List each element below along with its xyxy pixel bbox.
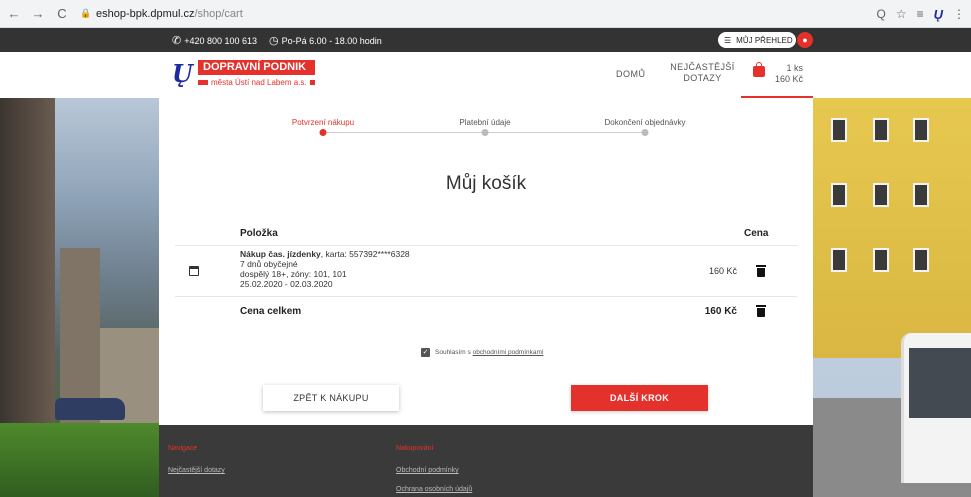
back-icon[interactable]: ←	[4, 4, 24, 24]
divider	[175, 296, 797, 297]
step-dot-confirm	[319, 129, 327, 136]
total-price: 160 Kč	[704, 306, 737, 317]
column-header-price: Cena	[744, 228, 769, 239]
page-title: Můj košík	[445, 173, 527, 194]
item-card: , karta: 557392****6328	[320, 249, 410, 259]
footer-link-faq[interactable]: Nejčastější dotazy	[168, 467, 225, 474]
zoom-icon[interactable]: Q	[876, 7, 885, 21]
forward-icon[interactable]: →	[28, 4, 48, 24]
logo-subtitle-row: města Ústí nad Labem a.s.	[198, 78, 315, 87]
list-icon: ☰	[724, 35, 732, 45]
nav-faq-line2: DOTAZY	[683, 73, 722, 83]
item-zones: dospělý 18+, zóny: 101, 101	[240, 269, 347, 279]
background-photo-right	[813, 98, 971, 497]
terms-text: Souhlasím s	[435, 349, 473, 356]
delete-all-icon[interactable]	[756, 305, 766, 317]
cart-total: 160 Kč	[774, 74, 803, 84]
url-host: eshop-bpk.dpmul.cz	[96, 7, 195, 20]
terms-checkbox[interactable]: ✓	[421, 348, 430, 357]
footer-heading-shopping: Nakupování	[396, 445, 434, 452]
item-validity: 25.02.2020 - 02.03.2020	[240, 279, 333, 289]
step-payment: Platební údaje	[459, 118, 511, 127]
logo-bar-icon	[198, 80, 208, 85]
item-name: Nákup čas. jízdenky	[240, 249, 321, 259]
footer-link-privacy[interactable]: Ochrana osobních údajů	[396, 486, 472, 493]
lock-icon: 🔒	[80, 8, 92, 18]
terms-agreement: ✓ Souhlasím s obchodními podmínkami	[421, 348, 543, 357]
opening-hours: ◷ Po-Pá 6.00 - 18.00 hodin	[269, 34, 382, 47]
nav-faq[interactable]: NEJČASTĚJŠÍ DOTAZY	[670, 62, 735, 84]
column-header-item: Položka	[240, 228, 278, 239]
item-price: 160 Kč	[708, 266, 737, 276]
logo-square-icon	[309, 80, 315, 85]
address-bar[interactable]: 🔒 eshop-bpk.dpmul.cz/shop/cart	[80, 7, 243, 20]
browser-menu-icon[interactable]: ⋮	[953, 7, 965, 21]
cart-quantity: 1 ks	[786, 63, 803, 73]
next-step-button[interactable]: DALŠÍ KROK	[571, 385, 708, 411]
site-footer: Navigace Nejčastější dotazy Nakupování O…	[159, 425, 813, 497]
phone-contact[interactable]: ✆ +420 800 100 613	[172, 34, 257, 47]
company-logo[interactable]: Ų DOPRAVNÍ PODNIK města Ústí nad Labem a…	[172, 60, 315, 90]
nav-faq-line1: NEJČASTĚJŠÍ	[670, 62, 735, 72]
reload-icon[interactable]: C	[52, 4, 72, 24]
shopping-bag-icon	[753, 62, 765, 77]
my-overview-label: MŮJ PŘEHLED	[736, 35, 793, 45]
checkout-steps: Potvrzení nákupu Platební údaje Dokončen…	[159, 118, 813, 148]
top-contact-bar: ✆ +420 800 100 613 ◷ Po-Pá 6.00 - 18.00 ho…	[0, 28, 971, 52]
my-overview-button[interactable]: ☰ MŮJ PŘEHLED	[718, 32, 796, 48]
logo-title: DOPRAVNÍ PODNIK	[198, 60, 315, 75]
reading-list-icon[interactable]: ≡	[917, 7, 924, 21]
step-completion: Dokončení objednávky	[604, 118, 686, 127]
cart-panel: Potvrzení nákupu Platební údaje Dokončen…	[159, 98, 813, 425]
site-header: Ų DOPRAVNÍ PODNIK města Ústí nad Labem a…	[0, 52, 971, 98]
step-dot-payment	[481, 129, 489, 136]
phone-number: +420 800 100 613	[184, 35, 258, 46]
delete-item-icon[interactable]	[756, 265, 766, 277]
cart-item-description: Nákup čas. jízdenky, karta: 557392****63…	[240, 249, 410, 289]
hours-text: Po-Pá 6.00 - 18.00 hodin	[281, 35, 382, 46]
footer-heading-navigation: Navigace	[168, 445, 198, 452]
step-confirm: Potvrzení nákupu	[291, 118, 355, 127]
footer-link-terms[interactable]: Obchodní podmínky	[396, 467, 459, 474]
logo-mark-icon: Ų	[172, 59, 193, 88]
logo-subtitle: města Ústí nad Labem a.s.	[211, 78, 307, 87]
step-dot-completion	[641, 129, 649, 136]
user-icon[interactable]: ●	[797, 32, 813, 48]
phone-icon: ✆	[172, 34, 182, 47]
divider	[175, 245, 797, 246]
browser-toolbar: ← → C 🔒 eshop-bpk.dpmul.cz/shop/cart Q ☆…	[0, 0, 971, 28]
item-ticket-type: 7 dnů obyčejné	[240, 259, 298, 269]
terms-link[interactable]: obchodními podmínkami	[473, 349, 544, 356]
clock-icon: ◷	[269, 34, 279, 47]
nav-home[interactable]: DOMŮ	[616, 69, 646, 79]
bookmark-star-icon[interactable]: ☆	[896, 7, 907, 21]
header-cart[interactable]: 1 ks 160 Kč	[741, 52, 813, 98]
dpmul-extension-icon[interactable]: Ų	[934, 7, 943, 22]
back-to-shopping-button[interactable]: ZPĚT K NÁKUPU	[263, 385, 399, 411]
background-photo-left	[0, 98, 159, 497]
total-label: Cena celkem	[240, 306, 302, 317]
calendar-icon	[189, 266, 199, 276]
url-path: /shop/cart	[194, 7, 243, 20]
